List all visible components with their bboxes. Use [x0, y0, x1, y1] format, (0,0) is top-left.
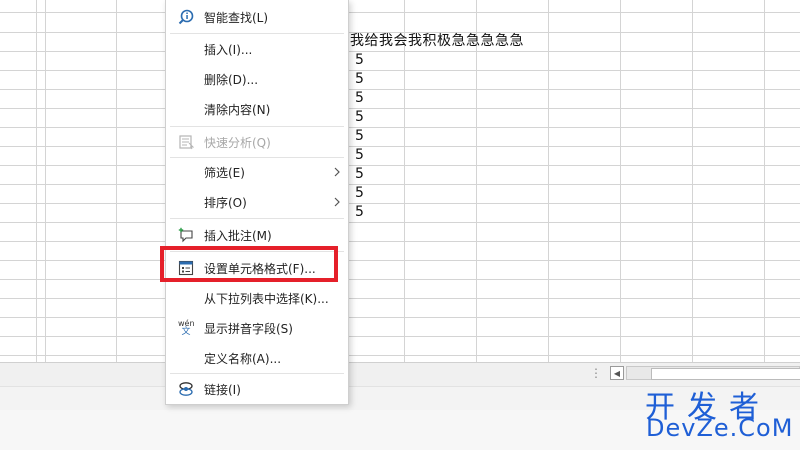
menu-item-label: 删除(D)...: [204, 72, 259, 87]
menu-item-sort[interactable]: 排序(O): [166, 187, 348, 217]
menu-separator: [170, 218, 344, 219]
cell-value[interactable]: 5: [355, 51, 364, 69]
chevron-right-icon: [334, 196, 340, 207]
menu-item-label: 插入批注(M): [204, 228, 272, 243]
link-icon: [178, 381, 194, 397]
menu-item-pick-from-dropdown[interactable]: 从下拉列表中选择(K)...: [166, 283, 348, 313]
menu-item-link[interactable]: 链接(I): [166, 374, 348, 404]
cell-value[interactable]: 5: [355, 184, 364, 202]
menu-item-label: 从下拉列表中选择(K)...: [204, 291, 329, 306]
menu-item-label: 筛选(E): [204, 165, 245, 180]
watermark-en: DevZe.CoM: [646, 414, 794, 442]
quick-analysis-icon: [178, 134, 195, 150]
menu-item-define-name[interactable]: 定义名称(A)...: [166, 343, 348, 373]
menu-item-quick-analysis[interactable]: 快速分析(Q): [166, 127, 348, 157]
cell-value[interactable]: 5: [355, 89, 364, 107]
menu-item-label: 排序(O): [204, 195, 247, 210]
menu-item-label: 快速分析(Q): [204, 135, 271, 150]
menu-item-show-phonetic[interactable]: wén 文 显示拼音字段(S): [166, 313, 348, 343]
menu-item-delete[interactable]: 删除(D)...: [166, 64, 348, 94]
menu-item-label: 链接(I): [204, 382, 241, 397]
scroll-left-button[interactable]: ◀: [610, 366, 624, 380]
cell-value[interactable]: 5: [355, 108, 364, 126]
cell-value[interactable]: 5: [355, 70, 364, 88]
cell-value[interactable]: 5: [355, 165, 364, 183]
phonetic-icon-bottom: 文: [181, 327, 191, 337]
menu-item-filter[interactable]: 筛选(E): [166, 157, 348, 187]
menu-item-clear-contents[interactable]: 清除内容(N): [166, 94, 348, 124]
menu-item-label: 清除内容(N): [204, 102, 271, 117]
menu-item-label: 插入(I)...: [204, 42, 253, 57]
highlight-box: [160, 246, 338, 282]
cell-header-text[interactable]: 我给我会我积极急急急急急: [350, 32, 524, 50]
menu-item-label: 智能查找(L): [204, 10, 269, 25]
menu-item-label: 显示拼音字段(S): [204, 321, 293, 336]
menu-item-insert[interactable]: 插入(I)...: [166, 34, 348, 64]
menu-item-smart-lookup[interactable]: 智能查找(L): [166, 2, 348, 32]
smart-lookup-icon: [178, 9, 194, 25]
menu-item-label: 定义名称(A)...: [204, 351, 282, 366]
scrollbar-thumb[interactable]: [651, 368, 800, 380]
insert-comment-icon: [178, 227, 194, 243]
cell-value[interactable]: 5: [355, 127, 364, 145]
grid-line: [45, 0, 46, 362]
tab-splitter-handle[interactable]: ⋮: [590, 366, 602, 380]
horizontal-scrollbar[interactable]: [626, 366, 800, 380]
spreadsheet-grid[interactable]: 我给我会我积极急急急急急 5 5 5 5 5 5 5 5 5: [0, 0, 800, 362]
context-menu: 智能查找(L) 插入(I)... 删除(D)... 清除内容(N) 快速分析(Q…: [165, 0, 349, 405]
chevron-right-icon: [334, 166, 340, 177]
phonetic-icon: wén 文: [178, 320, 195, 337]
cell-value[interactable]: 5: [355, 203, 364, 221]
cell-value[interactable]: 5: [355, 146, 364, 164]
